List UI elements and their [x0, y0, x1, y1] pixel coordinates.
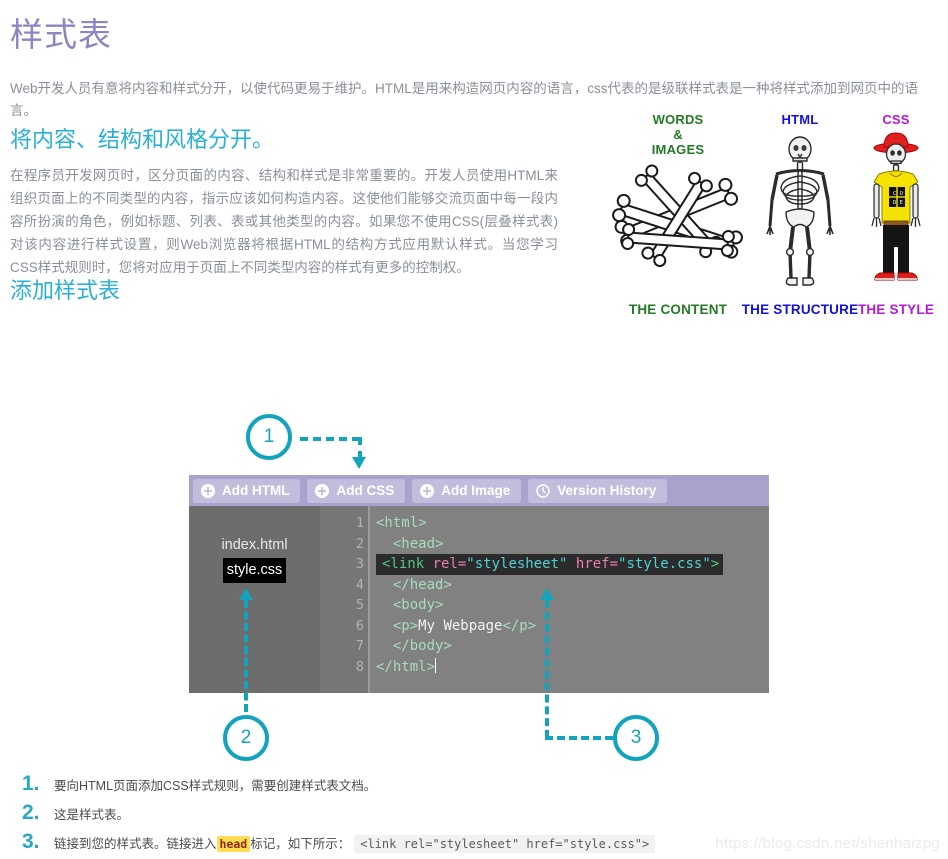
callout-3-connector-horizontal	[545, 736, 613, 740]
skeleton-icon	[736, 134, 864, 294]
callout-marker-3: 3	[613, 715, 659, 761]
file-item-index-html[interactable]: index.html	[217, 533, 291, 558]
add-css-button[interactable]: Add CSS	[307, 478, 406, 503]
callout-3-connector-vertical	[545, 600, 549, 738]
page-title: 样式表	[10, 16, 112, 53]
code-line-7: </body>	[392, 638, 452, 654]
text-caret	[435, 657, 437, 673]
step-3-text-after: 标记，如下所示：	[250, 837, 351, 851]
callout-marker-1: 1	[246, 414, 292, 460]
line-number: 5▼	[320, 595, 376, 616]
watermark: https://blog.csdn.net/shenhaizpg	[715, 835, 940, 852]
step-number: 2.	[22, 801, 40, 824]
content-structure-style-illustration: WORDS & IMAGES THE CONTENT HTML THE STRU…	[608, 112, 944, 317]
illustration-column-structure: HTML THE STRUCTURE	[736, 112, 864, 317]
illustration-top-label-structure: HTML	[781, 112, 819, 127]
step-text: 这是样式表。	[54, 808, 130, 822]
step-3-text-before: 链接到您的样式表。链接进入	[54, 837, 217, 851]
steps-list: 1. 要向HTML页面添加CSS样式规则，需要创建样式表文档。 2. 这是样式表…	[22, 772, 722, 859]
plus-circle-icon	[315, 483, 330, 498]
code-line-4: </head>	[392, 576, 452, 593]
step-text: 要向HTML页面添加CSS样式规则，需要创建样式表文档。	[54, 779, 377, 793]
code-line-2: <head>	[392, 535, 444, 552]
section-heading-separate: 将内容、结构和风格分开。	[10, 127, 275, 152]
callout-3-arrowhead	[540, 588, 554, 600]
pile-of-bones-icon	[608, 162, 748, 272]
illustration-bottom-label-content: THE CONTENT	[628, 302, 728, 317]
list-item: 1. 要向HTML页面添加CSS样式规则，需要创建样式表文档。	[22, 772, 722, 796]
clock-icon	[536, 483, 550, 498]
line-number: 7	[355, 638, 364, 654]
illustration-top-label-style: CSS	[882, 112, 910, 127]
code-editor-mock: Add HTML Add CSS Add Image Version Histo…	[189, 475, 769, 693]
line-number: 3	[355, 556, 364, 572]
illustration-column-content: WORDS & IMAGES THE CONTENT	[608, 112, 748, 317]
dressed-skeleton-icon: C O D E	[848, 126, 944, 296]
file-list-pane: index.html style.css	[189, 506, 320, 693]
callout-2-connector-vertical	[244, 600, 248, 712]
callout-1-connector-vertical	[358, 437, 362, 459]
line-number: 4	[355, 576, 364, 593]
line-number-gutter: 1▼ 2▼ 3 4 5▼ 6 7 8	[320, 506, 376, 693]
version-history-label: Version History	[557, 483, 657, 498]
version-history-button[interactable]: Version History	[528, 478, 668, 503]
callout-marker-2: 2	[223, 715, 269, 761]
add-html-button[interactable]: Add HTML	[193, 478, 301, 503]
svg-text:C: C	[893, 191, 896, 197]
step-text: 链接到您的样式表。链接进入 head 标记，如下所示： <link rel="styl…	[54, 835, 656, 853]
add-css-label: Add CSS	[336, 483, 395, 498]
illustration-bottom-label-style: THE STYLE	[857, 302, 935, 317]
illustration-column-style: CSS C O D E THE STYLE	[848, 112, 944, 317]
step-number: 3.	[22, 830, 40, 853]
inline-code-link-tag: <link rel="stylesheet" href="style.css">	[354, 835, 656, 853]
svg-text:E: E	[900, 200, 903, 206]
section-heading-add-stylesheet: 添加样式表	[10, 278, 121, 303]
code-line-1: <html>	[376, 515, 427, 531]
add-image-button[interactable]: Add Image	[412, 478, 522, 503]
step-number: 1.	[22, 772, 40, 795]
illustration-top-label-content: WORDS & IMAGES	[651, 112, 705, 157]
section-body-separate: 在程序员开发网页时，区分页面的内容、结构和样式是非常重要的。开发人员使用HTML…	[10, 168, 558, 275]
add-html-label: Add HTML	[222, 483, 290, 498]
plus-circle-icon	[420, 483, 435, 498]
line-number: 2▼	[320, 534, 376, 555]
code-pane[interactable]: <html> <head> <link rel="stylesheet" hre…	[368, 506, 769, 693]
list-item: 3. 链接到您的样式表。链接进入 head 标记，如下所示： <link rel="s…	[22, 830, 722, 854]
file-item-style-css[interactable]: style.css	[222, 558, 287, 583]
add-image-label: Add Image	[441, 483, 511, 498]
svg-text:O: O	[900, 191, 903, 197]
code-line-5: <body>	[392, 597, 444, 613]
svg-text:D: D	[893, 200, 896, 206]
editor-toolbar: Add HTML Add CSS Add Image Version Histo…	[189, 475, 769, 506]
callout-1-arrowhead	[352, 457, 366, 469]
illustration-bottom-label-structure: THE STRUCTURE	[741, 302, 859, 317]
callout-1-connector-horizontal	[300, 437, 360, 441]
list-item: 2. 这是样式表。	[22, 801, 722, 825]
code-line-6: <p>My Webpage</p>	[392, 617, 537, 634]
head-tag-keyword: head	[216, 836, 251, 852]
line-number: 1▼	[320, 513, 376, 534]
line-number: 6	[355, 617, 364, 634]
code-line-3-highlighted: <link rel="stylesheet" href="style.css">	[370, 554, 769, 575]
code-line-8: </html>	[376, 657, 437, 675]
editor-body: index.html style.css 1▼ 2▼ 3 4 5▼ 6 7 8 …	[189, 506, 769, 693]
plus-circle-icon	[201, 483, 215, 498]
line-number: 8	[355, 658, 364, 675]
callout-2-arrowhead	[239, 588, 253, 600]
